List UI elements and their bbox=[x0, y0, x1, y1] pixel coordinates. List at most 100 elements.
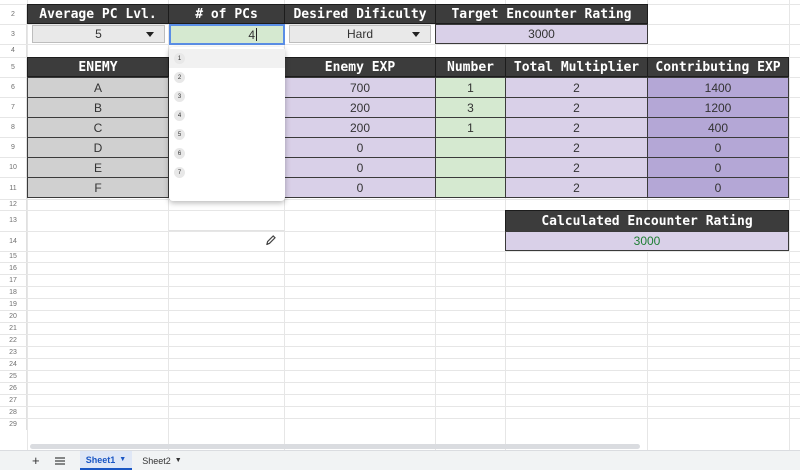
sheet-tab-sheet1[interactable]: Sheet1 ▼ bbox=[80, 451, 132, 470]
row-gridline bbox=[0, 346, 800, 347]
sheet-tab-sheet2[interactable]: Sheet2 ▼ bbox=[136, 451, 188, 470]
option-chip: 4 bbox=[174, 110, 185, 121]
horizontal-scrollbar[interactable] bbox=[30, 444, 640, 449]
dropdown-option[interactable]: 3 bbox=[169, 87, 285, 106]
all-sheets-menu-icon[interactable] bbox=[54, 451, 66, 470]
spreadsheet-grid[interactable]: 2 3 4 5 6 7 8 9 10 11 12 13 14 15 16 17 18 19 20 21 22 23 24 25… bbox=[0, 0, 800, 450]
row-header[interactable]: 6 bbox=[0, 77, 27, 97]
dropdown-option[interactable]: 2 bbox=[169, 68, 285, 87]
pencil-icon[interactable] bbox=[265, 234, 277, 246]
contributing-exp-cell: 0 bbox=[647, 137, 789, 158]
enemy-number-cell[interactable] bbox=[435, 157, 506, 178]
num-pcs-value: 4 bbox=[248, 27, 255, 42]
row-header[interactable]: 20 bbox=[0, 310, 27, 322]
text-cursor bbox=[256, 28, 257, 41]
row-header[interactable]: 12 bbox=[0, 199, 27, 210]
row-header[interactable]: 2 bbox=[0, 4, 27, 24]
row-header[interactable]: 29 bbox=[0, 418, 27, 430]
row-header[interactable]: 24 bbox=[0, 358, 27, 370]
row-header[interactable]: 21 bbox=[0, 322, 27, 334]
row-header[interactable]: 9 bbox=[0, 137, 27, 157]
row-header[interactable]: 19 bbox=[0, 298, 27, 310]
contributing-exp-cell: 1200 bbox=[647, 97, 789, 118]
enemy-exp-cell: 0 bbox=[284, 157, 436, 178]
enemy-number-cell[interactable]: 1 bbox=[435, 117, 506, 138]
contributing-exp-cell: 1400 bbox=[647, 77, 789, 98]
row-gridline bbox=[0, 251, 800, 252]
avg-level-value: 5 bbox=[95, 27, 102, 41]
dropdown-option[interactable]: 1 bbox=[169, 49, 285, 68]
total-multiplier-cell: 2 bbox=[505, 77, 648, 98]
row-gridline bbox=[0, 370, 800, 371]
row-header[interactable]: 28 bbox=[0, 406, 27, 418]
sheet1-label: Sheet1 bbox=[85, 454, 116, 465]
header-target-encounter-rating: Target Encounter Rating bbox=[435, 4, 648, 24]
contributing-exp-cell: 0 bbox=[647, 177, 789, 198]
contributing-exp-cell: 400 bbox=[647, 117, 789, 138]
difficulty-dropdown[interactable]: Hard bbox=[289, 25, 431, 43]
row-header[interactable]: 26 bbox=[0, 382, 27, 394]
row-gridline bbox=[0, 262, 800, 263]
row-header[interactable]: 13 bbox=[0, 210, 27, 231]
row-gridline bbox=[0, 298, 800, 299]
row-header[interactable]: 10 bbox=[0, 157, 27, 177]
total-multiplier-cell: 2 bbox=[505, 97, 648, 118]
row-header[interactable]: 27 bbox=[0, 394, 27, 406]
sheet2-label: Sheet2 bbox=[142, 455, 171, 466]
header-num-pcs: # of PCs bbox=[168, 4, 285, 24]
row-header[interactable]: 3 bbox=[0, 24, 27, 44]
header-contributing-exp: Contributing EXP bbox=[647, 57, 789, 77]
caret-down-icon[interactable]: ▼ bbox=[119, 456, 126, 463]
difficulty-value: Hard bbox=[346, 27, 373, 41]
dropdown-option[interactable]: 5 bbox=[169, 125, 285, 144]
row-gridline bbox=[0, 382, 800, 383]
num-pcs-options-dropdown: 1 2 3 4 5 6 7 bbox=[169, 47, 285, 246]
row-header[interactable]: 14 bbox=[0, 231, 27, 251]
row-header[interactable]: 7 bbox=[0, 97, 27, 117]
calculated-rating-value: 3000 bbox=[505, 231, 789, 251]
chevron-down-icon[interactable] bbox=[412, 32, 420, 37]
header-calculated-encounter-rating: Calculated Encounter Rating bbox=[505, 210, 789, 232]
add-sheet-button[interactable]: + bbox=[32, 451, 40, 470]
enemy-number-cell[interactable] bbox=[435, 177, 506, 198]
header-desired-difficulty: Desired Dificulty bbox=[284, 4, 436, 24]
option-chip: 2 bbox=[174, 72, 185, 83]
dropdown-option[interactable]: 7 bbox=[169, 163, 285, 182]
enemy-exp-cell: 0 bbox=[284, 177, 436, 198]
row-gridline bbox=[0, 418, 800, 419]
row-header[interactable]: 8 bbox=[0, 117, 27, 137]
caret-down-icon[interactable]: ▼ bbox=[175, 457, 182, 464]
row-gridline bbox=[0, 274, 800, 275]
row-header[interactable]: 22 bbox=[0, 334, 27, 346]
enemy-name-cell: B bbox=[27, 97, 169, 118]
avg-level-dropdown[interactable]: 5 bbox=[32, 25, 165, 43]
dropdown-option[interactable]: 6 bbox=[169, 144, 285, 163]
row-header[interactable]: 5 bbox=[0, 57, 27, 77]
row-header[interactable]: 4 bbox=[0, 44, 27, 57]
header-enemy-exp: Enemy EXP bbox=[284, 57, 436, 77]
row-gridline bbox=[0, 406, 800, 407]
total-multiplier-cell: 2 bbox=[505, 117, 648, 138]
total-multiplier-cell: 2 bbox=[505, 157, 648, 178]
option-chip: 3 bbox=[174, 91, 185, 102]
enemy-exp-cell: 200 bbox=[284, 117, 436, 138]
row-header[interactable]: 25 bbox=[0, 370, 27, 382]
row-header[interactable]: 15 bbox=[0, 251, 27, 262]
row-header[interactable]: 17 bbox=[0, 274, 27, 286]
chevron-down-icon[interactable] bbox=[146, 32, 154, 37]
row-header[interactable]: 11 bbox=[0, 177, 27, 199]
row-header[interactable]: 16 bbox=[0, 262, 27, 274]
row-gridline bbox=[0, 310, 800, 311]
enemy-number-cell[interactable]: 1 bbox=[435, 77, 506, 98]
enemy-name-cell: C bbox=[27, 117, 169, 138]
enemy-number-cell[interactable]: 3 bbox=[435, 97, 506, 118]
row-gridline bbox=[0, 334, 800, 335]
row-gridline bbox=[0, 44, 800, 45]
enemy-number-cell[interactable] bbox=[435, 137, 506, 158]
dropdown-option[interactable]: 4 bbox=[169, 106, 285, 125]
row-header[interactable]: 23 bbox=[0, 346, 27, 358]
total-multiplier-cell: 2 bbox=[505, 137, 648, 158]
num-pcs-input[interactable]: 4 bbox=[169, 24, 285, 45]
enemy-exp-cell: 200 bbox=[284, 97, 436, 118]
row-header[interactable]: 18 bbox=[0, 286, 27, 298]
